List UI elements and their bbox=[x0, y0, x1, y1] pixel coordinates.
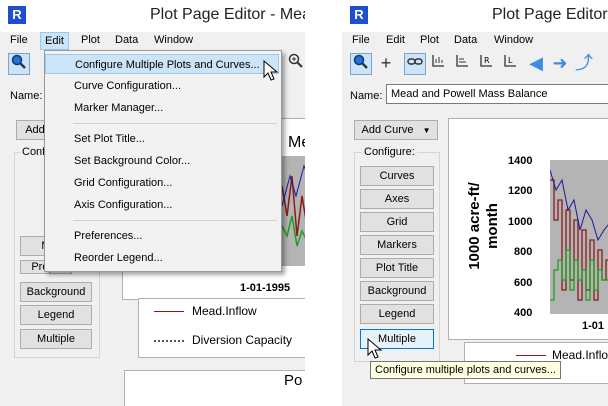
y-axis-label-line1: 1000 acre-ft/ bbox=[466, 182, 483, 270]
y-tick-1200: 1200 bbox=[508, 185, 533, 197]
menu-separator bbox=[73, 220, 277, 221]
plot-canvas bbox=[281, 156, 305, 266]
menu-edit[interactable]: Edit bbox=[40, 32, 69, 50]
menu-item-set-background-color[interactable]: Set Background Color... bbox=[45, 151, 279, 171]
y-axis-label-line2: month bbox=[484, 203, 501, 249]
plot-title-partial: Me bbox=[288, 134, 305, 151]
background-button[interactable]: Background bbox=[20, 282, 92, 302]
legend-inflow-swatch bbox=[516, 355, 546, 356]
zoom-plus-icon[interactable] bbox=[286, 53, 305, 73]
menu-window[interactable]: Window bbox=[150, 34, 197, 46]
menu-item-reorder-legend[interactable]: Reorder Legend... bbox=[45, 248, 279, 268]
legend-diversion-label: Diversion Capacity bbox=[192, 333, 293, 347]
arrow-right-icon[interactable]: ➜ bbox=[550, 53, 570, 73]
y-tick-800: 800 bbox=[514, 246, 533, 258]
app-logo-icon: R bbox=[350, 6, 368, 24]
config-curves-button[interactable]: Curves bbox=[360, 166, 434, 186]
axis-right-icon[interactable]: R bbox=[476, 53, 496, 73]
menu-file[interactable]: File bbox=[348, 34, 374, 46]
arrow-up-icon[interactable]: ⤴ bbox=[574, 53, 594, 73]
name-label: Name: bbox=[350, 90, 383, 102]
menu-item-curve-configuration[interactable]: Curve Configuration... bbox=[45, 76, 279, 96]
menu-item-preferences[interactable]: Preferences... bbox=[45, 226, 279, 246]
menu-bar: File Edit Plot Data Window bbox=[0, 32, 305, 50]
menu-window[interactable]: Window bbox=[490, 34, 537, 46]
config-plot-title-button[interactable]: Plot Title bbox=[360, 258, 434, 278]
y-axis-label: 1000 acre-ft/ month bbox=[466, 156, 502, 296]
legend-button[interactable]: Legend bbox=[20, 305, 92, 325]
axis-left-icon[interactable]: L bbox=[500, 53, 520, 73]
menu-plot[interactable]: Plot bbox=[77, 34, 104, 46]
menu-file[interactable]: File bbox=[6, 34, 32, 46]
tooltip: Configure multiple plots and curves... bbox=[370, 361, 561, 379]
toolbar: + R L ◀ ➜ ⤴ bbox=[342, 50, 608, 78]
config-legend-button[interactable]: Legend bbox=[360, 304, 434, 324]
x-tick-label: 1-01 bbox=[582, 320, 605, 332]
config-markers-button[interactable]: Markers bbox=[360, 235, 434, 255]
arrow-left-icon[interactable]: ◀ bbox=[526, 53, 546, 73]
config-axes-button[interactable]: Axes bbox=[360, 189, 434, 209]
second-plot-title-partial: Po bbox=[284, 372, 303, 389]
menu-bar: File Edit Plot Data Window bbox=[342, 32, 608, 50]
legend-diversion-swatch bbox=[154, 340, 184, 342]
menu-separator bbox=[73, 123, 277, 124]
menu-edit[interactable]: Edit bbox=[382, 34, 409, 46]
mouse-cursor-icon bbox=[367, 338, 383, 359]
right-screenshot-panel: R Plot Page Editor - Mead File Edit Plot… bbox=[342, 0, 608, 406]
y-tick-400: 400 bbox=[514, 307, 533, 319]
legend-inflow-label: Mead.Inflo bbox=[552, 348, 608, 362]
x-tick-label: 1-01-1995 bbox=[240, 282, 291, 294]
svg-text:R: R bbox=[484, 56, 490, 65]
edit-menu-dropdown: Configure Multiple Plots and Curves... C… bbox=[44, 50, 282, 272]
crosshair-icon[interactable]: + bbox=[376, 53, 396, 73]
second-plot-area[interactable] bbox=[124, 370, 305, 406]
multiple-button[interactable]: Multiple bbox=[20, 329, 92, 349]
add-curve-button[interactable]: Add Curve ▼ bbox=[354, 120, 438, 140]
link-icon[interactable] bbox=[404, 53, 426, 75]
y-tick-1400: 1400 bbox=[508, 155, 533, 167]
legend-inflow-swatch bbox=[154, 311, 184, 312]
menu-item-grid-configuration[interactable]: Grid Configuration... bbox=[45, 173, 279, 193]
mouse-cursor-icon bbox=[263, 60, 279, 81]
name-field[interactable]: Mead and Powell Mass Balance bbox=[386, 84, 608, 104]
plot-canvas bbox=[549, 160, 608, 314]
axis-y-icon[interactable] bbox=[452, 53, 472, 73]
window-title: Plot Page Editor - Mead bbox=[492, 6, 608, 23]
config-grid-button[interactable]: Grid bbox=[360, 212, 434, 232]
title-bar: R Plot Page Editor - Mead bbox=[0, 0, 305, 32]
zoom-icon[interactable] bbox=[350, 53, 372, 75]
legend-inflow-label: Mead.Inflow bbox=[192, 304, 257, 318]
menu-data[interactable]: Data bbox=[450, 34, 481, 46]
y-tick-1000: 1000 bbox=[508, 216, 533, 228]
menu-item-axis-configuration[interactable]: Axis Configuration... bbox=[45, 195, 279, 215]
configure-label: Configure: bbox=[362, 146, 417, 158]
menu-item-configure-multiple[interactable]: Configure Multiple Plots and Curves... bbox=[45, 54, 279, 74]
left-screenshot-panel: R Plot Page Editor - Mead File Edit Plot… bbox=[0, 0, 305, 406]
menu-data[interactable]: Data bbox=[111, 34, 142, 46]
svg-text:L: L bbox=[508, 56, 513, 65]
add-curve-label: Add Curve bbox=[361, 124, 414, 136]
zoom-icon[interactable] bbox=[8, 53, 30, 75]
window-title: Plot Page Editor - Mead bbox=[150, 6, 305, 23]
axis-x-icon[interactable] bbox=[428, 53, 448, 73]
menu-plot[interactable]: Plot bbox=[416, 34, 443, 46]
menu-item-marker-manager[interactable]: Marker Manager... bbox=[45, 98, 279, 118]
y-tick-600: 600 bbox=[514, 277, 533, 289]
chevron-down-icon: ▼ bbox=[422, 126, 431, 135]
menu-item-set-plot-title[interactable]: Set Plot Title... bbox=[45, 129, 279, 149]
title-bar: R Plot Page Editor - Mead bbox=[342, 0, 608, 32]
name-label: Name: bbox=[10, 90, 43, 102]
config-background-button[interactable]: Background bbox=[360, 281, 434, 301]
app-logo-icon: R bbox=[8, 6, 26, 24]
